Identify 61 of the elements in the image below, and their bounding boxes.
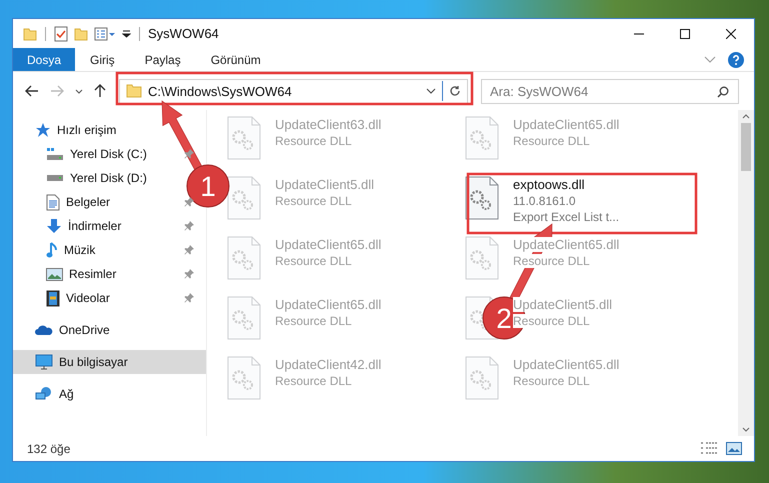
download-arrow-icon bbox=[46, 218, 62, 234]
properties-icon[interactable] bbox=[54, 26, 68, 42]
search-icon bbox=[717, 86, 729, 98]
ribbon-tab[interactable]: Görünüm bbox=[196, 48, 276, 71]
view-options-icon[interactable] bbox=[94, 26, 116, 40]
pin-icon[interactable] bbox=[184, 197, 194, 207]
drive-icon bbox=[46, 147, 64, 161]
sidebar-item[interactable]: Resimler bbox=[13, 262, 124, 286]
item-count: 132 öğe bbox=[27, 442, 70, 456]
customize-toolbar-icon[interactable] bbox=[122, 29, 131, 38]
sidebar-item[interactable]: Yerel Disk (C:) bbox=[13, 142, 155, 166]
drive-icon bbox=[46, 174, 64, 182]
address-field[interactable]: C:\Windows\SysWOW64 bbox=[119, 78, 468, 104]
pin-icon[interactable] bbox=[184, 293, 194, 303]
sidebar-item[interactable]: Bu bilgisayar bbox=[13, 350, 206, 374]
refresh-icon[interactable] bbox=[449, 85, 461, 97]
sidebar-item[interactable]: Belgeler bbox=[13, 190, 118, 214]
file-version: 11.0.8161.0 bbox=[513, 194, 577, 208]
cloud-icon bbox=[35, 324, 53, 336]
pin-icon[interactable] bbox=[184, 269, 194, 279]
pin-icon[interactable] bbox=[184, 149, 194, 159]
picture-icon bbox=[46, 268, 63, 280]
ribbon-tab[interactable]: Dosya bbox=[13, 48, 76, 71]
expand-ribbon-icon[interactable] bbox=[704, 56, 716, 64]
sidebar-item[interactable]: Ağ bbox=[13, 382, 206, 406]
ribbon-tab[interactable]: Paylaş bbox=[130, 48, 196, 71]
file-name[interactable]: exptoows.dll bbox=[513, 177, 620, 192]
scroll-down-icon[interactable] bbox=[742, 427, 750, 432]
vertical-scrollbar[interactable] bbox=[738, 110, 754, 436]
step-number-marker: 1 bbox=[186, 164, 230, 208]
details-view-icon[interactable] bbox=[700, 442, 718, 455]
sidebar-item[interactable]: OneDrive bbox=[13, 318, 206, 342]
search-field[interactable]: Ara: SysWOW64 bbox=[481, 78, 739, 104]
network-icon bbox=[35, 386, 53, 402]
back-arrow-icon[interactable] bbox=[25, 85, 39, 97]
large-icons-view-icon[interactable] bbox=[726, 442, 742, 455]
dll-file-icon[interactable] bbox=[465, 176, 499, 220]
sidebar-item[interactable]: Müzik bbox=[13, 238, 104, 262]
window-title: SysWOW64 bbox=[148, 26, 219, 41]
maximize-icon bbox=[680, 28, 690, 38]
file-description: Export Excel List t... bbox=[513, 210, 620, 224]
pin-icon[interactable] bbox=[184, 245, 194, 255]
close-icon bbox=[726, 28, 736, 38]
music-note-icon bbox=[46, 242, 58, 258]
up-arrow-icon[interactable] bbox=[94, 84, 106, 98]
sidebar-item[interactable]: Yerel Disk (D:) bbox=[13, 166, 155, 190]
scrollbar-thumb[interactable] bbox=[741, 123, 751, 171]
scroll-up-icon[interactable] bbox=[742, 114, 750, 119]
sidebar-item[interactable]: Videolar bbox=[13, 286, 118, 310]
document-icon bbox=[46, 194, 60, 210]
recent-locations-chevron-icon[interactable] bbox=[75, 88, 83, 94]
ribbon-tab[interactable]: Giriş bbox=[75, 48, 130, 71]
folder-icon bbox=[126, 84, 142, 98]
sidebar-item[interactable]: İndirmeler bbox=[13, 214, 130, 238]
help-icon[interactable] bbox=[728, 52, 744, 68]
sidebar-item[interactable]: Hızlı erişim bbox=[13, 118, 206, 142]
dropdown-chevron-icon[interactable] bbox=[426, 88, 436, 94]
pin-icon[interactable] bbox=[184, 221, 194, 231]
film-strip-icon bbox=[46, 290, 60, 306]
star-icon bbox=[35, 122, 51, 138]
computer-icon bbox=[35, 354, 53, 370]
